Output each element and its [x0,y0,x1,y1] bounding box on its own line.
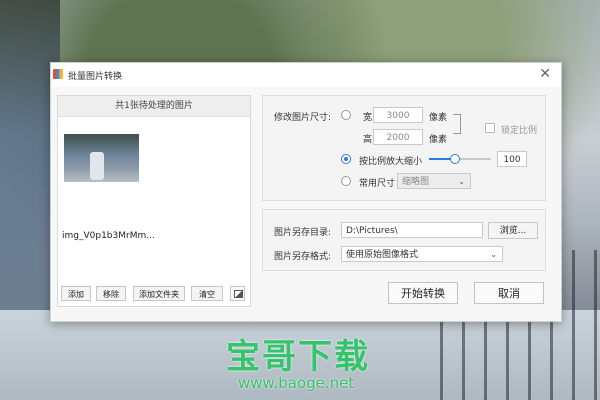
radio-common-size[interactable] [341,176,351,186]
add-folder-button[interactable]: 添加文件夹 [133,286,185,301]
close-icon[interactable]: ✕ [539,66,551,82]
window-title: 批量图片转换 [68,72,123,82]
scale-label: 按比例放大缩小 [359,157,423,167]
resize-label: 修改图片尺寸: [274,113,332,123]
width-field[interactable]: 3000 [373,107,423,123]
app-icon [53,69,63,79]
batch-convert-dialog: 批量图片转换 ✕ 共1张待处理的图片 img_V0p1b3MrMm... 添加 … [50,62,562,322]
lock-ratio-label: 锁定比例 [501,126,538,136]
common-size-label: 常用尺寸 [359,179,396,189]
radio-custom-size[interactable] [341,110,351,120]
chevron-down-icon: ⌄ [458,177,465,186]
remove-button[interactable]: 移除 [96,286,126,301]
width-label: 宽 [363,113,373,123]
file-list-panel: 共1张待处理的图片 img_V0p1b3MrMm... [57,95,251,307]
cancel-button[interactable]: 取消 [474,282,544,304]
title-bar: 批量图片转换 ✕ [51,63,561,87]
lock-bracket-icon [453,114,461,134]
watermark: 宝哥下载 www.baoge.net [226,340,370,392]
height-unit: 像素 [429,135,448,145]
file-name: img_V0p1b3MrMm... [62,231,155,241]
height-field[interactable]: 2000 [373,129,423,145]
scale-slider-track [455,158,491,160]
output-format-label: 图片另存格式: [274,252,332,262]
resize-panel: 修改图片尺寸: 宽 3000 像素 高 2000 像素 锁定比例 按比例放大缩小… [262,95,546,201]
scale-slider-thumb[interactable] [450,154,460,164]
watermark-main: 宝哥下载 [226,337,370,377]
browse-button[interactable]: 浏览... [488,222,538,239]
output-format-value: 使用原始图像格式 [346,250,419,260]
output-dir-field[interactable]: D:\Pictures\ [341,222,483,238]
add-button[interactable]: 添加 [61,286,91,301]
file-count-header: 共1张待处理的图片 [58,96,250,117]
chevron-down-icon: ⌄ [490,250,497,259]
lock-ratio-checkbox[interactable] [485,123,495,133]
clear-button[interactable]: 清空 [191,286,223,301]
width-unit: 像素 [429,113,448,123]
image-thumbnail[interactable] [64,134,139,182]
radio-scale[interactable] [341,154,351,164]
image-view-icon[interactable] [230,286,245,301]
height-label: 高 [363,135,373,145]
common-size-value: 缩略图 [402,177,430,187]
common-size-select[interactable]: 缩略图 ⌄ [397,173,471,189]
start-convert-button[interactable]: 开始转换 [388,282,458,304]
output-dir-label: 图片另存目录: [274,228,332,238]
watermark-url: www.baoge.net [238,374,355,392]
output-format-select[interactable]: 使用原始图像格式 ⌄ [341,246,503,262]
output-panel: 图片另存目录: D:\Pictures\ 浏览... 图片另存格式: 使用原始图… [262,209,546,271]
scale-value-field[interactable]: 100 [497,151,527,167]
